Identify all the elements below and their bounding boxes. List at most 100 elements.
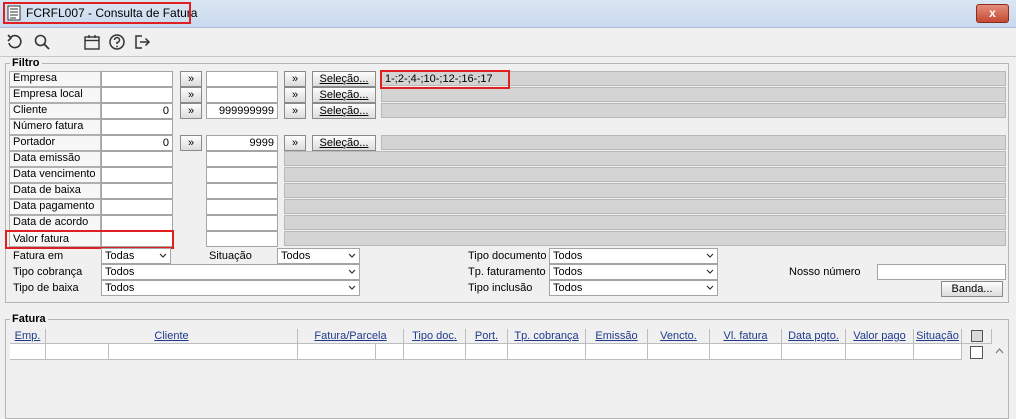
calendar-icon[interactable]	[83, 33, 101, 51]
table-cell[interactable]	[466, 344, 508, 360]
tipo-cobranca-select[interactable]: Todos	[101, 264, 360, 280]
portador-arrow-button[interactable]: »	[180, 135, 202, 151]
fatura-em-value: Todas	[105, 250, 135, 262]
label-numero-fatura: Número fatura	[13, 120, 84, 132]
portador-selection-field	[381, 135, 1006, 150]
empresa-local-from-input[interactable]	[101, 87, 173, 103]
col-header-vl-fatura[interactable]: Vl. fatura	[710, 329, 782, 344]
label-empresa: Empresa	[13, 72, 58, 84]
help-icon[interactable]	[108, 33, 126, 51]
col-header-data-pgto[interactable]: Data pgto.	[782, 329, 846, 344]
table-cell[interactable]	[782, 344, 846, 360]
data-emissao-to-input[interactable]	[206, 151, 278, 167]
undo-icon[interactable]	[6, 33, 24, 51]
chevron-down-icon	[706, 285, 714, 290]
empresa-selecao-button[interactable]: Seleção...	[312, 71, 376, 87]
label-tipo-inclusao: Tipo inclusão	[468, 282, 533, 294]
row-checkbox-cell[interactable]	[962, 344, 991, 360]
portador-from-input[interactable]: 0	[101, 135, 173, 151]
cliente-arrow-button[interactable]: »	[180, 103, 202, 119]
col-header-cliente[interactable]: Cliente	[46, 329, 298, 344]
selecao-label: Seleção...	[319, 89, 369, 101]
table-cell[interactable]	[846, 344, 914, 360]
col-header-vencto[interactable]: Vencto.	[648, 329, 710, 344]
tipo-baixa-select[interactable]: Todos	[101, 280, 360, 296]
label-tipo-cobranca: Tipo cobrança	[13, 266, 83, 278]
data-vencimento-selection-field	[284, 167, 1006, 182]
label-data-vencimento: Data vencimento	[13, 168, 96, 180]
col-header-tp-cobranca[interactable]: Tp. cobrança	[508, 329, 586, 344]
tipo-baixa-value: Todos	[105, 282, 135, 294]
col-header-select-all[interactable]	[962, 329, 992, 344]
tipo-inclusao-select[interactable]: Todos	[549, 280, 718, 296]
banda-button[interactable]: Banda...	[941, 281, 1003, 297]
empresa-local-selecao-button[interactable]: Seleção...	[312, 87, 376, 103]
data-pagamento-from-input[interactable]	[101, 199, 173, 215]
empresa-to-input[interactable]	[206, 71, 278, 87]
data-acordo-from-input[interactable]	[101, 215, 173, 231]
cliente-to-arrow-button[interactable]: »	[284, 103, 306, 119]
table-cell[interactable]	[404, 344, 466, 360]
portador-to-arrow-button[interactable]: »	[284, 135, 306, 151]
portador-selecao-button[interactable]: Seleção...	[312, 135, 376, 151]
filtro-title: Filtro	[10, 57, 42, 69]
search-icon[interactable]	[33, 33, 51, 51]
empresa-local-to-input[interactable]	[206, 87, 278, 103]
label-data-acordo: Data de acordo	[13, 216, 89, 228]
exit-icon[interactable]	[133, 33, 151, 51]
portador-to-input[interactable]: 9999	[206, 135, 278, 151]
valor-fatura-highlight	[5, 230, 174, 249]
col-header-tipo-doc[interactable]: Tipo doc.	[404, 329, 466, 344]
empresa-local-to-arrow-button[interactable]: »	[284, 87, 306, 103]
cliente-to-input[interactable]: 999999999	[206, 103, 278, 119]
label-data-pagamento: Data pagamento	[13, 200, 95, 212]
tp-faturamento-select[interactable]: Todos	[549, 264, 718, 280]
scroll-up-icon[interactable]	[991, 344, 1008, 358]
col-header-port[interactable]: Port.	[466, 329, 508, 344]
label-portador: Portador	[13, 136, 56, 148]
close-button[interactable]: x	[976, 4, 1009, 23]
fatura-em-select[interactable]: Todas	[101, 248, 171, 264]
data-baixa-to-input[interactable]	[206, 183, 278, 199]
table-cell[interactable]	[10, 344, 46, 360]
numero-fatura-input[interactable]	[101, 119, 173, 135]
col-header-situacao[interactable]: Situação	[914, 329, 962, 344]
tipo-documento-select[interactable]: Todos	[549, 248, 718, 264]
col-header-emp[interactable]: Emp.	[10, 329, 46, 344]
cliente-selection-field	[381, 103, 1006, 118]
data-baixa-from-input[interactable]	[101, 183, 173, 199]
empresa-local-arrow-button[interactable]: »	[180, 87, 202, 103]
table-cell[interactable]	[46, 344, 109, 360]
nosso-numero-input[interactable]	[877, 264, 1006, 280]
table-cell[interactable]	[710, 344, 782, 360]
empresa-from-input[interactable]	[101, 71, 173, 87]
data-emissao-from-input[interactable]	[101, 151, 173, 167]
label-tp-faturamento: Tp. faturamento	[468, 266, 546, 278]
table-cell[interactable]	[376, 344, 404, 360]
cliente-from-input[interactable]: 0	[101, 103, 173, 119]
empresa-to-arrow-button[interactable]: »	[284, 71, 306, 87]
situacao-select[interactable]: Todos	[277, 248, 360, 264]
data-vencimento-to-input[interactable]	[206, 167, 278, 183]
data-vencimento-from-input[interactable]	[101, 167, 173, 183]
empresa-arrow-button[interactable]: »	[180, 71, 202, 87]
vertical-scrollbar[interactable]	[991, 344, 1008, 412]
row-checkbox-icon[interactable]	[970, 346, 983, 359]
table-cell[interactable]	[648, 344, 710, 360]
col-header-fatura-parcela[interactable]: Fatura/Parcela	[298, 329, 404, 344]
table-cell[interactable]	[109, 344, 298, 360]
table-cell[interactable]	[298, 344, 376, 360]
title-bar: FCRFL007 - Consulta de Fatura x	[0, 0, 1016, 28]
col-header-valor-pago[interactable]: Valor pago	[846, 329, 914, 344]
table-cell[interactable]	[914, 344, 962, 360]
data-acordo-to-input[interactable]	[206, 215, 278, 231]
table-cell[interactable]	[586, 344, 648, 360]
label-empresa-local: Empresa local	[13, 88, 83, 100]
fatura-title: Fatura	[10, 313, 48, 325]
col-header-emissao[interactable]: Emissão	[586, 329, 648, 344]
valor-fatura-to-input[interactable]	[206, 231, 278, 247]
table-cell[interactable]	[508, 344, 586, 360]
data-pagamento-to-input[interactable]	[206, 199, 278, 215]
chevron-down-icon	[348, 285, 356, 290]
cliente-selecao-button[interactable]: Seleção...	[312, 103, 376, 119]
